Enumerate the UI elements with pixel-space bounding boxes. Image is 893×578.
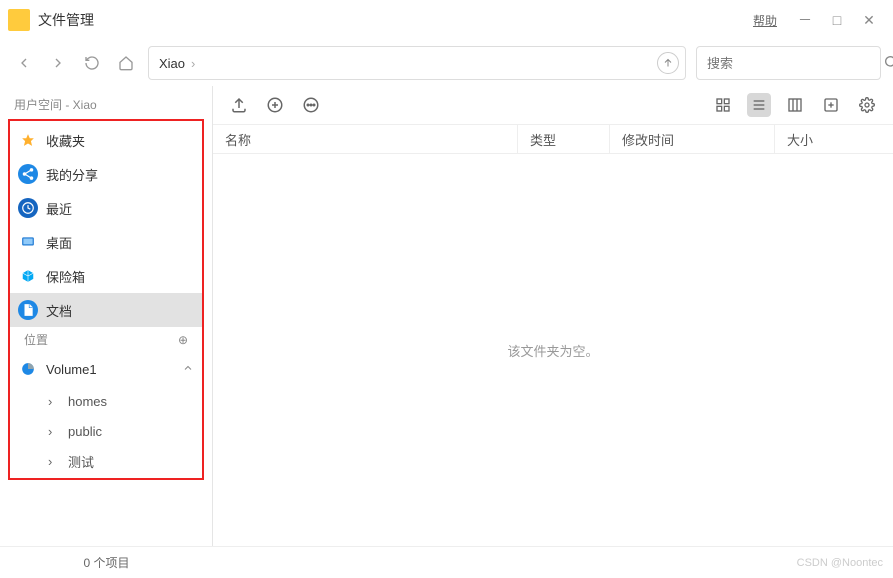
column-mtime[interactable]: 修改时间 [610, 125, 775, 153]
subfolder-label: public [68, 424, 102, 439]
cube-icon [18, 266, 38, 286]
sidebar-item-label: 文档 [46, 301, 72, 320]
titlebar: 文件管理 帮助 － □ ✕ [0, 0, 893, 40]
list-view-button[interactable] [747, 93, 771, 117]
sidebar-subfolder[interactable]: › public [10, 416, 202, 446]
main-area: 用户空间 - Xiao 收藏夹 我的分享 最近 桌面 保险箱 [0, 86, 893, 546]
sidebar-item-shares[interactable]: 我的分享 [10, 157, 202, 191]
subfolder-label: homes [68, 394, 107, 409]
back-button[interactable] [12, 51, 36, 75]
go-button[interactable] [657, 52, 679, 74]
app-folder-icon [8, 9, 30, 31]
sidebar-item-safebox[interactable]: 保险箱 [10, 259, 202, 293]
navbar: Xiao › [0, 40, 893, 86]
search-input[interactable] [707, 56, 883, 71]
column-type[interactable]: 类型 [518, 125, 610, 153]
chevron-right-icon: › [48, 394, 60, 409]
breadcrumb-item[interactable]: Xiao [159, 56, 185, 71]
sidebar-item-label: 我的分享 [46, 165, 98, 184]
minimize-button[interactable]: － [789, 4, 821, 36]
new-button[interactable] [263, 93, 287, 117]
chevron-right-icon: › [48, 454, 60, 469]
user-space-label: 用户空间 - Xiao [14, 96, 97, 113]
desktop-icon [18, 232, 38, 252]
sidebar-item-desktop[interactable]: 桌面 [10, 225, 202, 259]
locations-header: 位置 ⊕ [10, 327, 202, 352]
breadcrumb[interactable]: Xiao › [148, 46, 686, 80]
star-icon [18, 130, 38, 150]
refresh-button[interactable] [80, 51, 104, 75]
sidebar-item-label: 保险箱 [46, 267, 85, 286]
sidebar-item-label: 收藏夹 [46, 131, 85, 150]
sidebar-item-label: 桌面 [46, 233, 72, 252]
empty-folder-message: 该文件夹为空。 [213, 154, 893, 546]
document-icon [18, 300, 38, 320]
maximize-button[interactable]: □ [821, 4, 853, 36]
close-button[interactable]: ✕ [853, 4, 885, 36]
search-box[interactable] [696, 46, 881, 80]
settings-button[interactable] [855, 93, 879, 117]
status-item-count: 0 个项目 [0, 554, 213, 571]
chevron-right-icon: › [48, 424, 60, 439]
content-toolbar [213, 86, 893, 124]
statusbar: 0 个项目 CSDN @Noontec [0, 546, 893, 578]
column-name[interactable]: 名称 [213, 125, 518, 153]
sidebar-item-favorites[interactable]: 收藏夹 [10, 123, 202, 157]
highlight-annotation: 收藏夹 我的分享 最近 桌面 保险箱 文档 位 [8, 119, 204, 480]
app-title: 文件管理 [38, 10, 94, 30]
sidebar-item-documents[interactable]: 文档 [10, 293, 202, 327]
clock-icon [18, 198, 38, 218]
home-button[interactable] [114, 51, 138, 75]
locations-label: 位置 [24, 331, 48, 348]
column-size[interactable]: 大小 [775, 125, 893, 153]
sidebar-volume[interactable]: Volume1 [10, 352, 202, 386]
columns-view-button[interactable] [783, 93, 807, 117]
add-panel-button[interactable] [819, 93, 843, 117]
chevron-right-icon: › [191, 56, 195, 71]
grid-view-button[interactable] [711, 93, 735, 117]
search-icon [883, 54, 893, 73]
sidebar-item-recent[interactable]: 最近 [10, 191, 202, 225]
volume-icon [18, 359, 38, 379]
share-icon [18, 164, 38, 184]
forward-button[interactable] [46, 51, 70, 75]
sidebar-item-label: 最近 [46, 199, 72, 218]
sidebar: 用户空间 - Xiao 收藏夹 我的分享 最近 桌面 保险箱 [0, 86, 213, 546]
subfolder-label: 测试 [68, 452, 94, 471]
more-button[interactable] [299, 93, 323, 117]
sidebar-subfolder[interactable]: › 测试 [10, 446, 202, 476]
content-pane: 名称 类型 修改时间 大小 该文件夹为空。 [213, 86, 893, 546]
add-location-button[interactable]: ⊕ [178, 333, 188, 347]
column-headers: 名称 类型 修改时间 大小 [213, 124, 893, 154]
chevron-up-icon[interactable] [182, 362, 194, 377]
user-space-header: 用户空间 - Xiao [0, 92, 212, 117]
volume-label: Volume1 [46, 362, 97, 377]
help-link[interactable]: 帮助 [753, 12, 777, 29]
watermark: CSDN @Noontec [797, 557, 883, 569]
sidebar-subfolder[interactable]: › homes [10, 386, 202, 416]
upload-button[interactable] [227, 93, 251, 117]
